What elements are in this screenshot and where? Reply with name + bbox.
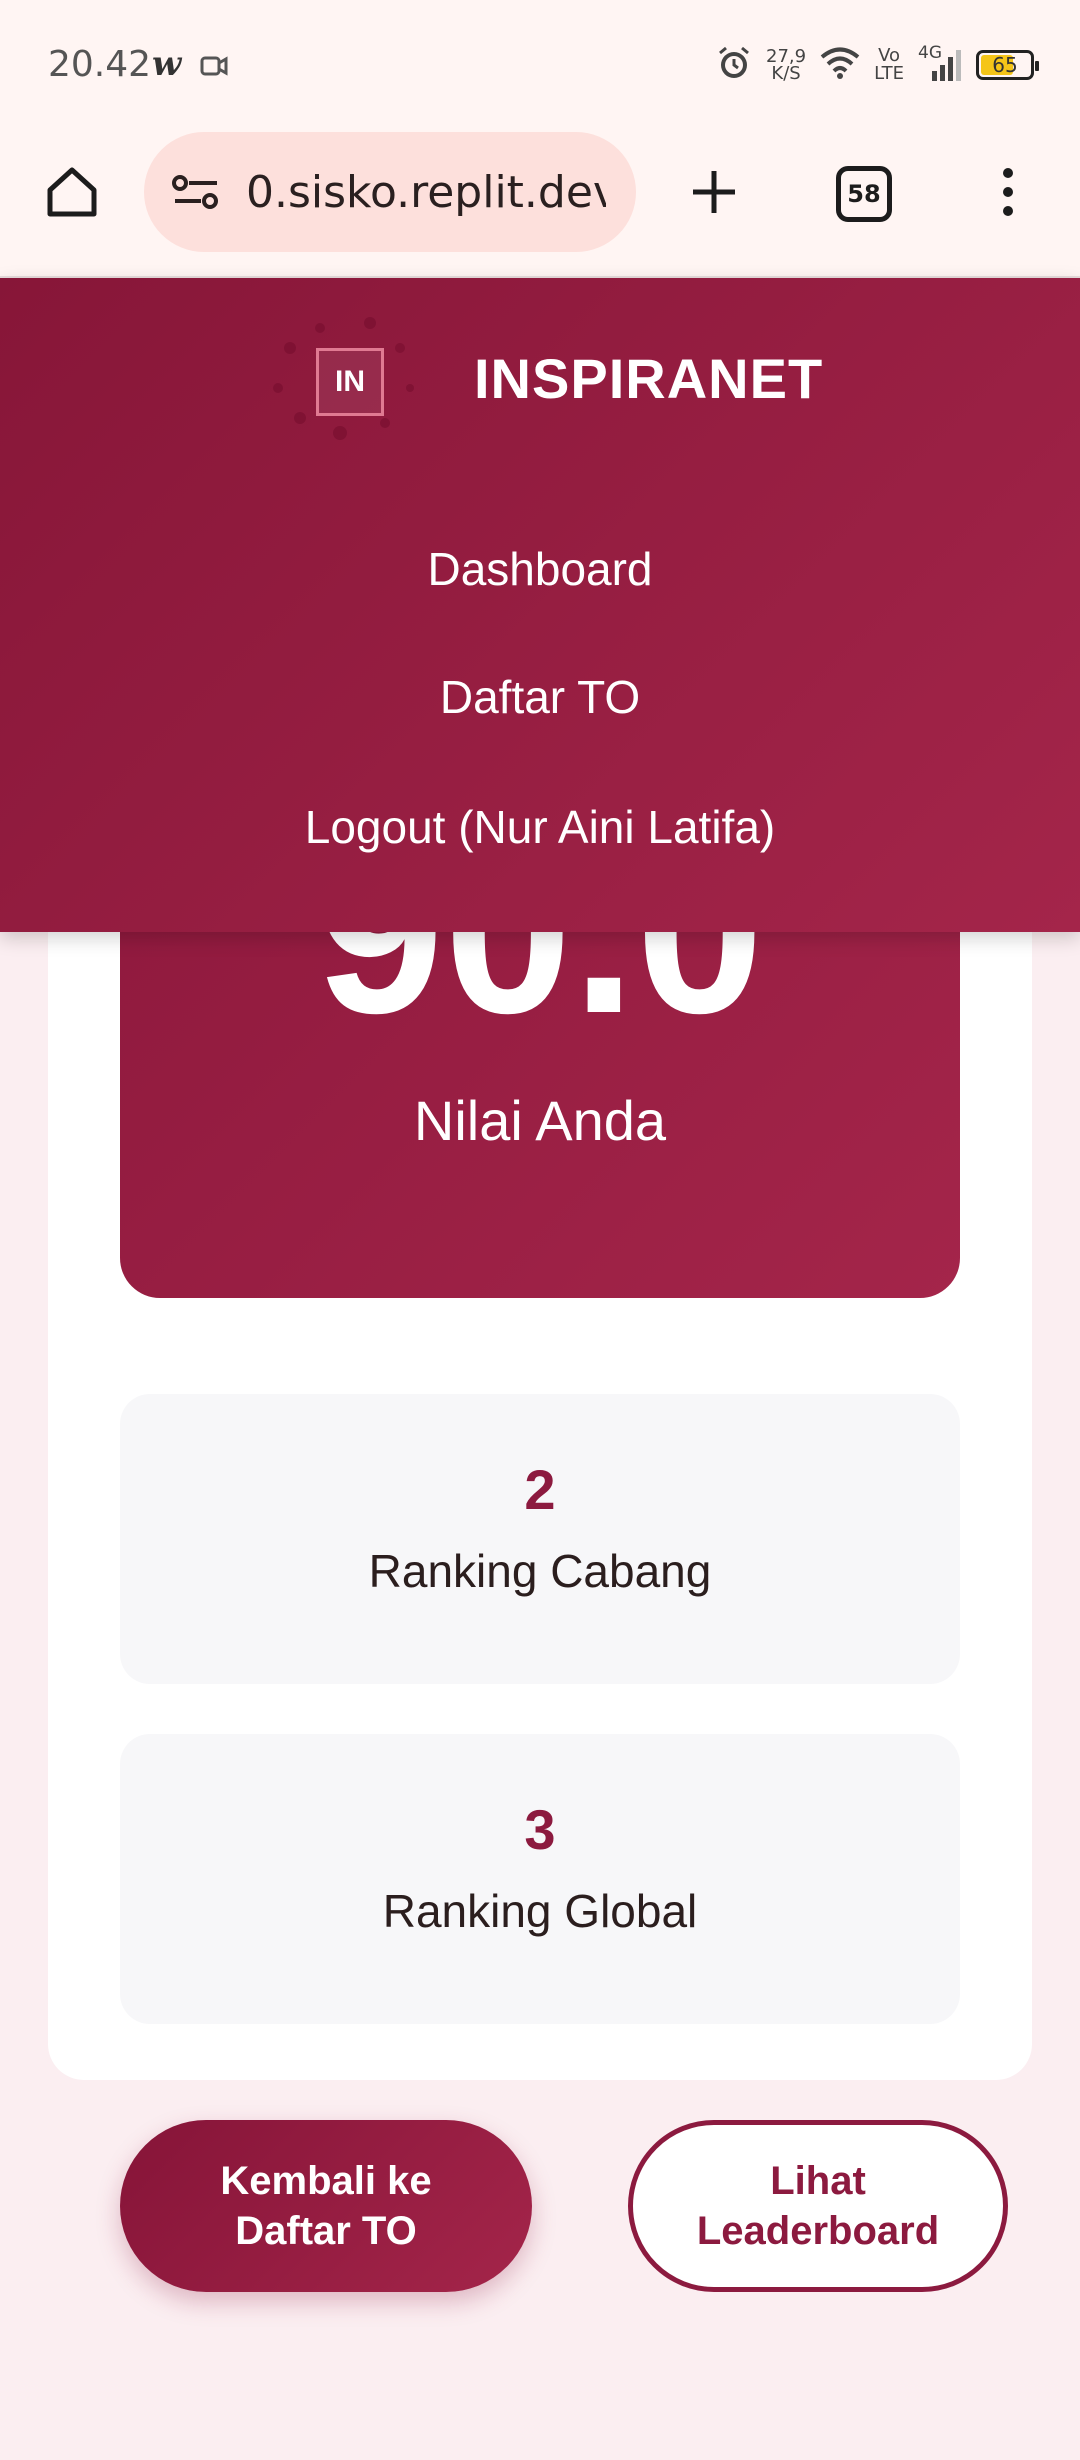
home-icon: [47, 167, 97, 217]
video-camera-icon: [200, 55, 228, 82]
signal-icon: 4G: [918, 43, 962, 83]
brand-name: INSPIRANET: [474, 347, 824, 410]
tab-switcher-button[interactable]: 58: [836, 166, 892, 222]
dot: [1003, 168, 1013, 178]
battery-icon: 65: [976, 50, 1039, 80]
browser-toolbar: 0.sisko.replit.dev 58: [0, 130, 1080, 278]
address-bar[interactable]: 0.sisko.replit.dev: [144, 132, 636, 252]
brand[interactable]: IN INSPIRANET: [0, 317, 1080, 440]
more-menu-button[interactable]: [990, 160, 1026, 224]
ranking-global-label: Ranking Global: [382, 1885, 698, 1937]
dot: [1003, 206, 1013, 216]
view-leaderboard-button[interactable]: Lihat Leaderboard: [628, 2120, 1008, 2292]
status-bar: 20.42 w 27,9 K/S Vo LTE 4G 65: [0, 0, 1080, 130]
ranking-branch-label: Ranking Cabang: [368, 1545, 712, 1597]
ranking-branch-value: 2: [524, 1458, 556, 1521]
nav-menu: IN INSPIRANET Dashboard Daftar TO Logout…: [0, 278, 1080, 932]
nav-item-logout[interactable]: Logout (Nur Aini Latifa): [0, 800, 1080, 854]
inspiranet-logo: IN: [316, 348, 384, 416]
ranking-global-box: 3 Ranking Global: [120, 1734, 960, 2024]
ranking-global-value: 3: [524, 1798, 556, 1861]
dot: [1003, 187, 1013, 197]
network-speed: 27,9 K/S: [766, 46, 807, 84]
home-button[interactable]: [40, 160, 104, 224]
nav-item-daftar-to[interactable]: Daftar TO: [0, 670, 1080, 724]
volte-indicator: Vo LTE: [874, 45, 904, 84]
site-settings-icon[interactable]: [166, 162, 226, 222]
app-notification-icon: w: [152, 44, 182, 84]
ranking-branch-box: 2 Ranking Cabang: [120, 1394, 960, 1684]
nav-item-dashboard[interactable]: Dashboard: [0, 542, 1080, 596]
status-time: 20.42: [48, 44, 152, 85]
url-text[interactable]: 0.sisko.replit.dev: [246, 167, 606, 218]
back-to-list-button[interactable]: Kembali ke Daftar TO: [120, 2120, 532, 2292]
score-label: Nilai Anda: [413, 1089, 667, 1152]
plus-icon: [693, 171, 735, 213]
alarm-icon: [716, 45, 752, 86]
new-tab-button[interactable]: [682, 160, 746, 224]
wifi-icon: [820, 46, 860, 85]
